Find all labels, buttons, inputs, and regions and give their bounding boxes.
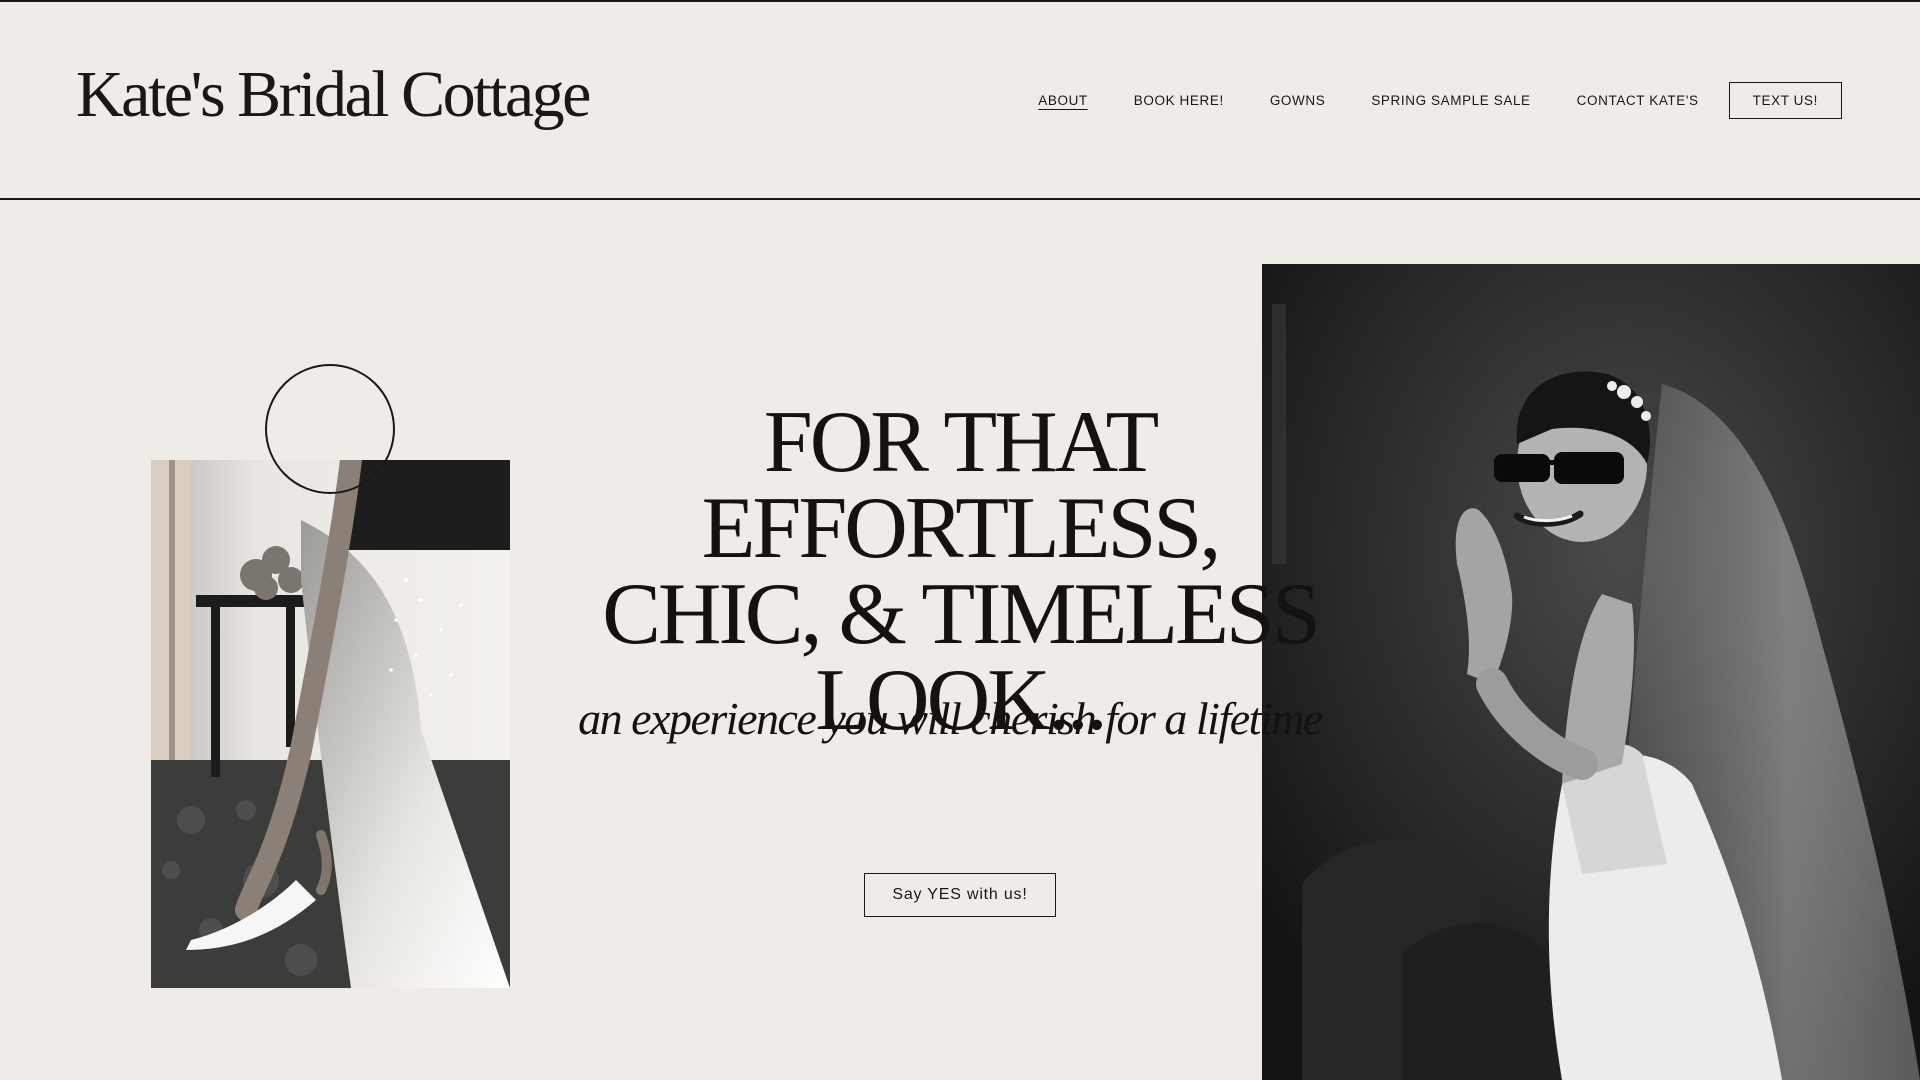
nav-about[interactable]: ABOUT — [1038, 93, 1088, 108]
nav-gowns[interactable]: GOWNS — [1270, 93, 1326, 108]
site-logo[interactable]: Kate's Bridal Cottage — [76, 62, 591, 128]
say-yes-button[interactable]: Say YES with us! — [864, 873, 1056, 917]
site-header: Kate's Bridal Cottage ABOUT BOOK HERE! G… — [0, 2, 1920, 200]
hero-tagline: an experience you will cherish for a lif… — [578, 693, 1323, 744]
nav-contact[interactable]: CONTACT KATE'S — [1577, 93, 1699, 108]
text-us-button[interactable]: TEXT US! — [1728, 82, 1842, 119]
main-nav: ABOUT BOOK HERE! GOWNS SPRING SAMPLE SAL… — [992, 82, 1842, 119]
nav-book-here[interactable]: BOOK HERE! — [1134, 93, 1224, 108]
headline-line-2: CHIC, & TIMELESS — [602, 566, 1321, 663]
decorative-circle — [265, 364, 395, 494]
headline-line-1: FOR THAT EFFORTLESS, — [701, 394, 1222, 577]
bride-shoe-photo — [151, 460, 510, 988]
nav-spring-sample-sale[interactable]: SPRING SAMPLE SALE — [1371, 93, 1530, 108]
